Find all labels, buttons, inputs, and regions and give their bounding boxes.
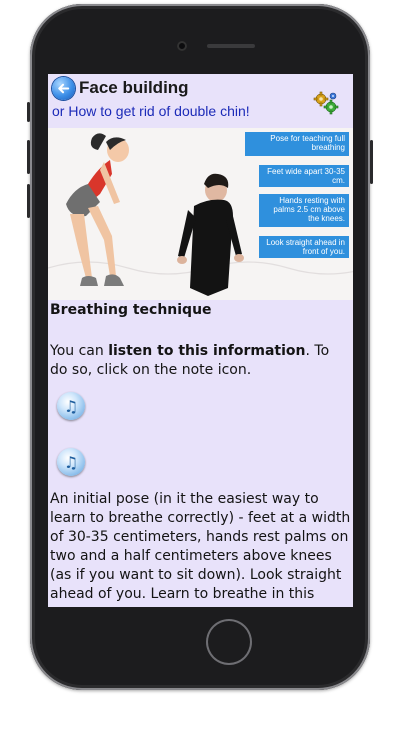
listen-instructions: You can listen to this information. To d… — [50, 342, 350, 380]
volume-down-button — [27, 184, 30, 218]
volume-up-button — [27, 140, 30, 174]
power-button — [370, 140, 373, 184]
intro-bold: listen to this information — [108, 343, 306, 359]
caption-look: Look straight ahead in front of you. — [259, 236, 349, 258]
home-button[interactable] — [206, 619, 252, 665]
earpiece-speaker — [207, 44, 255, 48]
back-arrow-icon[interactable] — [52, 77, 75, 100]
front-camera — [177, 41, 187, 51]
app-screen: Face building or How to get rid of doubl… — [48, 74, 353, 607]
intro-prefix: You can — [50, 343, 109, 359]
caption-pose: Pose for teaching full breathing — [245, 132, 349, 156]
pose-illustration: Pose for teaching full breathing Feet wi… — [48, 128, 353, 300]
page-subtitle: or How to get rid of double chin! — [52, 103, 250, 119]
caption-feet: Feet wide apart 30-35 cm. — [259, 165, 349, 187]
music-note-icon[interactable]: ♫ — [57, 448, 85, 476]
caption-hands: Hands resting with palms 2.5 cm above th… — [259, 194, 349, 227]
music-note-icon[interactable]: ♫ — [57, 392, 85, 420]
pose-description: An initial pose (in it the easiest way t… — [50, 491, 351, 607]
gears-icon[interactable] — [313, 90, 339, 116]
mute-switch — [27, 102, 30, 122]
app-header: Face building or How to get rid of doubl… — [48, 74, 353, 128]
page-title: Face building — [79, 78, 189, 97]
section-title: Breathing technique — [50, 302, 212, 318]
